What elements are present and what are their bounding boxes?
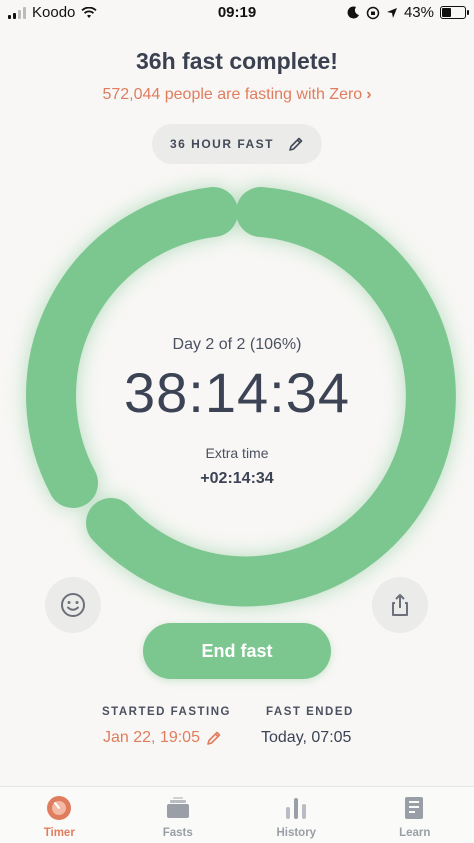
moon-icon: [347, 6, 360, 19]
fasts-icon: [165, 795, 191, 821]
tab-bar: Timer Fasts History: [0, 786, 474, 843]
day-progress-text: Day 2 of 2 (106%): [0, 336, 474, 354]
smiley-icon: [59, 591, 87, 619]
page-title: 36h fast complete!: [0, 48, 474, 75]
chevron-right-icon: ›: [366, 86, 371, 103]
tab-learn[interactable]: Learn: [356, 787, 474, 843]
tab-fasts[interactable]: Fasts: [119, 787, 238, 843]
rotation-lock-icon: [366, 6, 380, 20]
tab-label: Learn: [399, 827, 430, 839]
status-right: 43%: [347, 4, 466, 21]
battery-icon: [440, 6, 466, 19]
extra-time-label: Extra time: [0, 445, 474, 461]
status-bar: Koodo 09:19 43%: [0, 0, 474, 24]
tab-label: History: [276, 827, 316, 839]
pencil-icon: [206, 730, 222, 746]
community-text: 572,044 people are fasting with Zero: [102, 86, 362, 103]
mood-button[interactable]: [45, 577, 101, 633]
community-link[interactable]: 572,044 people are fasting with Zero›: [0, 86, 474, 104]
learn-icon: [402, 795, 428, 821]
location-icon: [386, 7, 398, 19]
started-value: Jan 22, 19:05: [103, 729, 200, 747]
tab-timer[interactable]: Timer: [0, 787, 119, 843]
fast-type-label: 36 HOUR FAST: [170, 137, 274, 151]
started-value-button[interactable]: Jan 22, 19:05: [103, 729, 222, 747]
end-fast-button[interactable]: End fast: [143, 623, 331, 679]
timer-icon: [46, 795, 72, 821]
extra-time-value: +02:14:34: [0, 470, 474, 488]
history-icon: [283, 795, 309, 821]
share-icon: [387, 592, 413, 618]
started-label: STARTED FASTING: [102, 706, 231, 718]
tab-history[interactable]: History: [237, 787, 356, 843]
elapsed-timer: 38:14:34: [0, 360, 474, 425]
tab-label: Timer: [44, 827, 75, 839]
battery-percent: 43%: [404, 4, 434, 21]
tab-label: Fasts: [163, 827, 193, 839]
share-button[interactable]: [372, 577, 428, 633]
ended-label: FAST ENDED: [266, 706, 354, 718]
ended-value: Today, 07:05: [261, 729, 351, 747]
